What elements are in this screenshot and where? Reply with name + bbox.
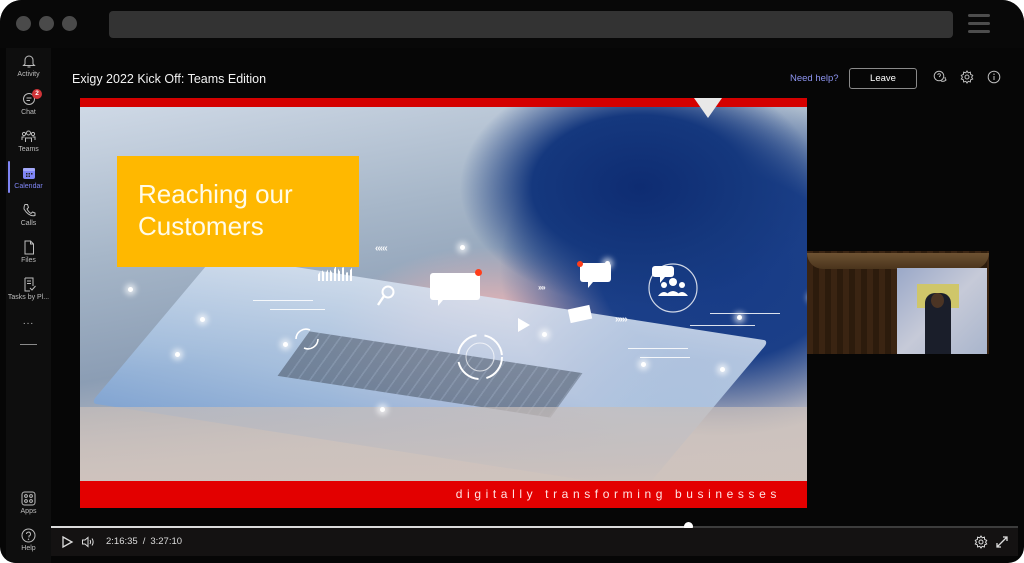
current-time: 2:16:35 bbox=[106, 536, 138, 547]
app-sidebar: Activity 2 Chat Teams Calendar Calls Fil… bbox=[6, 48, 51, 563]
users-ring-graphic bbox=[648, 263, 698, 313]
sidebar-item-teams[interactable]: Teams bbox=[6, 129, 51, 153]
chat-unread-badge: 2 bbox=[32, 89, 42, 99]
sparkle bbox=[128, 287, 133, 292]
sidebar-item-label: Teams bbox=[18, 146, 39, 153]
need-help-link[interactable]: Need help? bbox=[790, 73, 839, 84]
slide-bottom-bar: digitally transforming businesses bbox=[80, 481, 807, 508]
line-graphic bbox=[270, 309, 325, 310]
line-graphic bbox=[628, 348, 688, 349]
sidebar-item-help[interactable]: Help bbox=[6, 528, 51, 552]
sparkle bbox=[175, 352, 180, 357]
slide-title: Reaching our Customers bbox=[138, 179, 293, 241]
window-maximize-button[interactable] bbox=[62, 16, 77, 31]
settings-icon[interactable] bbox=[960, 70, 974, 84]
sidebar-item-activity[interactable]: Activity bbox=[6, 54, 51, 78]
help-icon bbox=[21, 528, 36, 543]
sparkle bbox=[460, 245, 465, 250]
sidebar-item-label: Help bbox=[21, 545, 36, 552]
tasks-icon bbox=[24, 277, 36, 292]
fullscreen-icon[interactable] bbox=[995, 535, 1009, 549]
slide-marker-triangle bbox=[694, 98, 722, 118]
line-graphic bbox=[253, 300, 313, 301]
sidebar-item-label: Activity bbox=[17, 71, 40, 78]
meeting-title: Exigy 2022 Kick Off: Teams Edition bbox=[72, 72, 267, 86]
time-separator: / bbox=[142, 536, 146, 547]
info-icon[interactable] bbox=[987, 70, 1001, 84]
chevrons-left-graphic: ‹‹‹‹‹ bbox=[375, 243, 388, 254]
sparkle bbox=[720, 367, 725, 372]
notification-dot-graphic bbox=[577, 261, 583, 267]
sidebar-item-label: Tasks by Pl... bbox=[7, 294, 50, 301]
phone-icon bbox=[22, 204, 35, 217]
line-graphic bbox=[710, 313, 780, 314]
magnifier-graphic bbox=[377, 285, 395, 306]
shared-slide: ‹‹‹‹‹ ›››› ››››› Reaching our Customers … bbox=[80, 98, 807, 508]
calendar-icon bbox=[22, 168, 35, 179]
teams-icon bbox=[21, 130, 36, 142]
sidebar-item-label: Apps bbox=[20, 508, 37, 515]
refresh-graphic bbox=[295, 328, 319, 350]
play-icon[interactable] bbox=[60, 535, 74, 549]
sidebar-item-tasks[interactable]: Tasks by Pl... bbox=[6, 277, 51, 301]
touch-ring-graphic bbox=[457, 334, 503, 380]
sparkle bbox=[200, 317, 205, 322]
feedback-icon[interactable] bbox=[933, 70, 947, 84]
sidebar-item-calendar[interactable]: Calendar bbox=[6, 166, 51, 190]
slide-tagline: digitally transforming businesses bbox=[455, 487, 781, 501]
window-close-button[interactable] bbox=[16, 16, 31, 31]
file-icon bbox=[24, 240, 34, 255]
slide-title-box: Reaching our Customers bbox=[117, 156, 359, 267]
total-time: 3:27:10 bbox=[150, 536, 183, 547]
presenter-video-feed[interactable] bbox=[807, 251, 989, 354]
volume-icon[interactable] bbox=[81, 535, 95, 549]
sidebar-item-label: Chat bbox=[21, 109, 36, 116]
sidebar-item-label: Calls bbox=[20, 220, 37, 227]
sidebar-item-label: Calendar bbox=[14, 183, 43, 190]
apps-icon bbox=[21, 491, 36, 506]
play-graphic bbox=[518, 318, 530, 332]
sparkle bbox=[380, 407, 385, 412]
presenter-head bbox=[931, 293, 944, 308]
hamburger-icon[interactable] bbox=[968, 14, 990, 34]
chevrons-right-graphic: ›››› bbox=[538, 283, 546, 292]
bell-icon bbox=[21, 55, 36, 68]
line-graphic bbox=[690, 325, 755, 326]
app-window: Activity 2 Chat Teams Calendar Calls Fil… bbox=[0, 0, 1024, 563]
sidebar-item-calls[interactable]: Calls bbox=[6, 203, 51, 227]
sparkle bbox=[641, 362, 646, 367]
stage-valance bbox=[807, 253, 989, 269]
sparkle bbox=[737, 315, 742, 320]
notification-dot-graphic bbox=[475, 269, 482, 276]
chevrons-right-graphic: ››››› bbox=[615, 314, 628, 325]
player-settings-icon[interactable] bbox=[974, 535, 988, 549]
sidebar-item-apps[interactable]: Apps bbox=[6, 491, 51, 515]
sparkle bbox=[283, 342, 288, 347]
playback-time: 2:16:35 / 3:27:10 bbox=[106, 536, 182, 547]
sidebar-item-chat[interactable]: 2 Chat bbox=[6, 89, 51, 116]
sidebar-item-files[interactable]: Files bbox=[6, 240, 51, 264]
table-surface bbox=[80, 407, 807, 490]
line-graphic bbox=[640, 357, 690, 358]
address-bar[interactable] bbox=[109, 11, 953, 38]
leave-button[interactable]: Leave bbox=[849, 68, 917, 89]
sidebar-divider bbox=[20, 344, 37, 345]
player-controls: 2:16:35 / 3:27:10 bbox=[51, 528, 1018, 556]
window-minimize-button[interactable] bbox=[39, 16, 54, 31]
bar-chart-graphic bbox=[318, 265, 354, 281]
more-apps-button[interactable]: ... bbox=[6, 316, 51, 327]
chat-bubble-graphic bbox=[430, 273, 480, 306]
chat-bubble-graphic bbox=[580, 263, 611, 288]
window-titlebar bbox=[0, 0, 1024, 48]
sidebar-item-label: Files bbox=[21, 257, 36, 264]
sparkle bbox=[542, 332, 547, 337]
